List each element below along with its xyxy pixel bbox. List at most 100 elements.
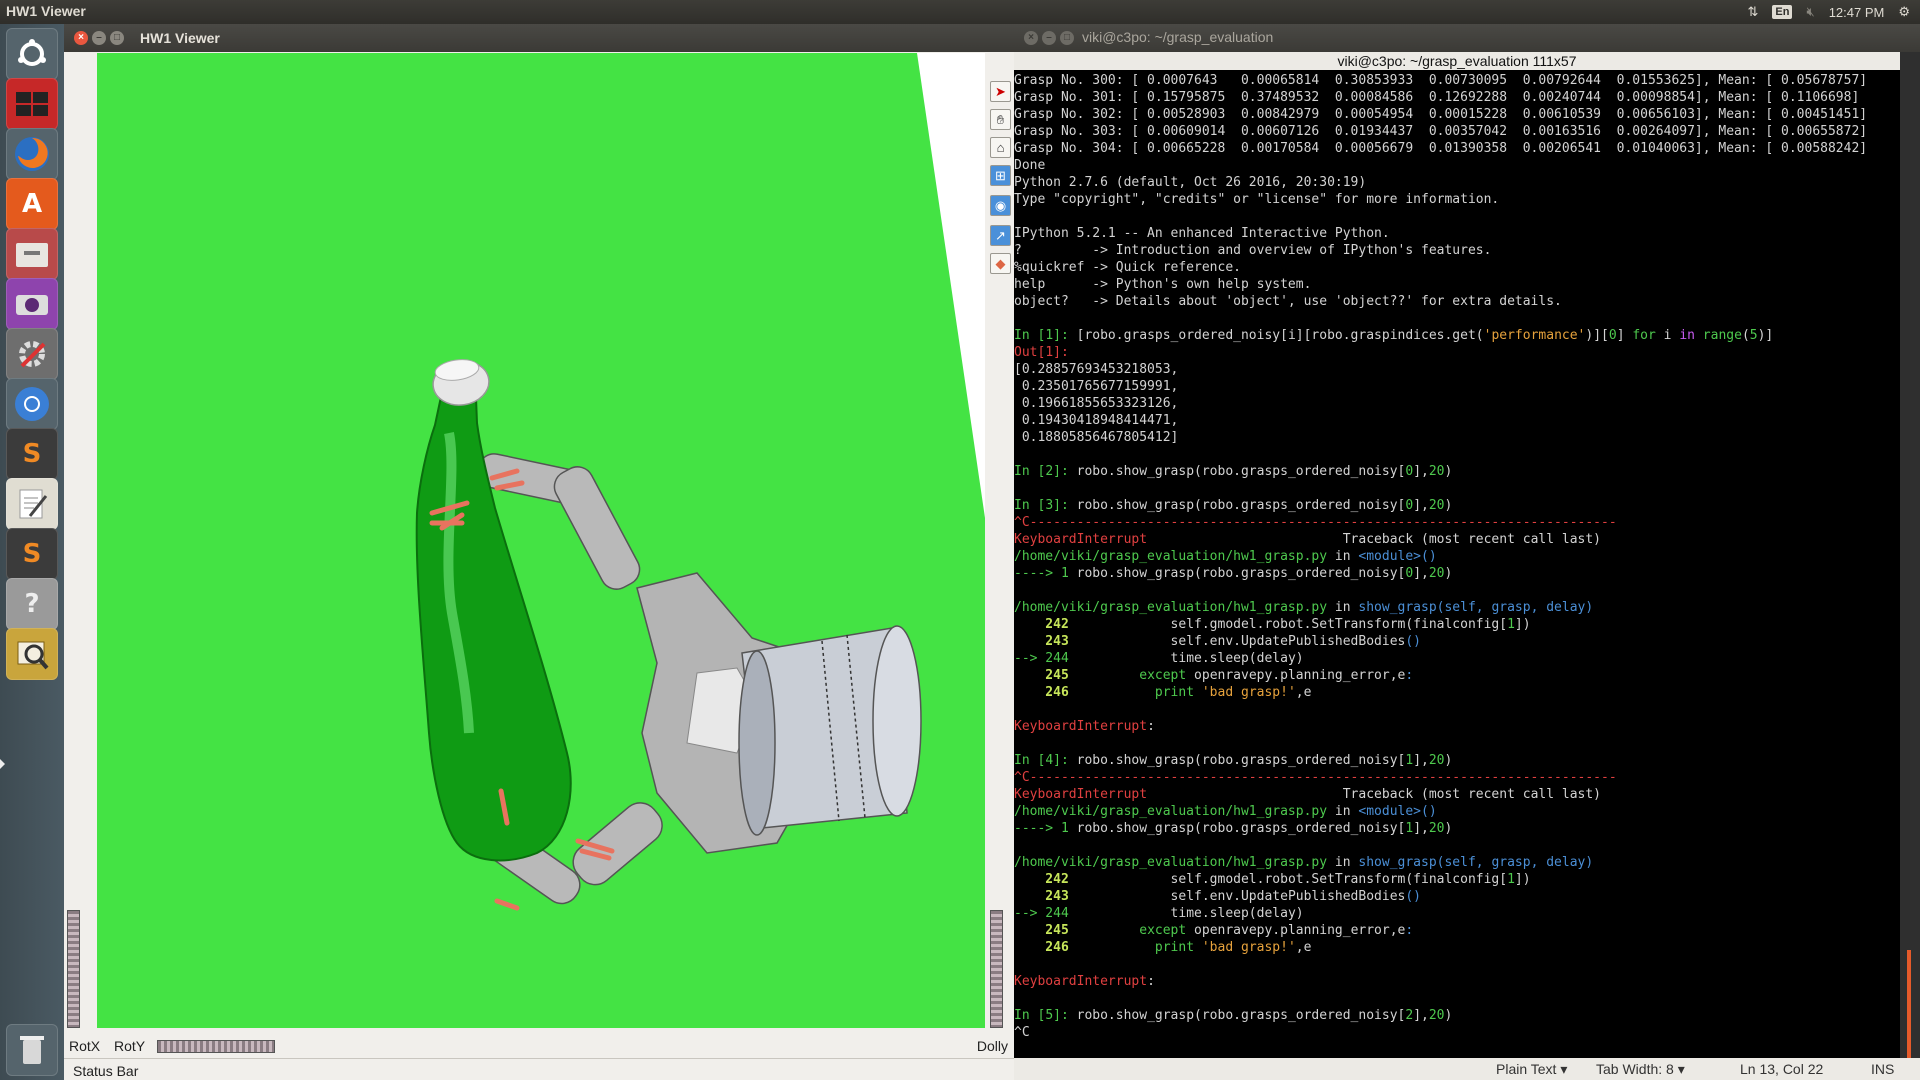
minimize-icon[interactable]: – xyxy=(92,31,106,45)
view-all-icon[interactable]: ⊞ xyxy=(990,165,1011,186)
screenshot-icon[interactable] xyxy=(6,278,58,330)
settings-gear-icon[interactable]: ⚙ xyxy=(1898,4,1910,20)
firefox-icon[interactable] xyxy=(6,128,58,180)
maximize-icon[interactable]: □ xyxy=(110,31,124,45)
terminal-line: 0.18805856467805412] xyxy=(1014,430,1179,445)
close-icon[interactable]: × xyxy=(74,31,88,45)
terminal-line: In [3]: robo.show_grasp(robo.grasps_orde… xyxy=(1014,498,1453,513)
ubuntu-dash-icon[interactable] xyxy=(6,28,58,80)
terminal-line: IPython 5.2.1 -- An enhanced Interactive… xyxy=(1014,226,1390,241)
top-panel: HW1 Viewer ⇅ En 🔇︎ 12:47 PM ⚙ xyxy=(0,0,1920,24)
terminal-line: Grasp No. 301: [ 0.15795875 0.37489532 0… xyxy=(1014,90,1860,105)
volume-muted-icon[interactable]: 🔇︎ xyxy=(1806,4,1814,20)
terminal-text: Grasp No. 300: [ 0.0007643 0.00065814 0.… xyxy=(1014,70,1900,1041)
workspace-switcher-icon[interactable] xyxy=(6,78,58,130)
terminal-line: help -> Python's own help system. xyxy=(1014,277,1312,292)
viewer-titlebar[interactable]: × – □ HW1 Viewer xyxy=(64,24,1014,52)
maximize-icon[interactable]: □ xyxy=(1060,31,1074,45)
viewer-window: × – □ HW1 Viewer ➤ ✋︎ ⌂ ⊞ ◉ ↗ ◆ RotX Rot… xyxy=(64,24,1014,1080)
software-center-icon[interactable]: A xyxy=(6,178,58,230)
terminal-line: object? -> Details about 'object', use '… xyxy=(1014,294,1562,309)
viewer-bottom-controls: RotX RotY Dolly xyxy=(64,1028,1014,1058)
cursor-position: Ln 13, Col 22 xyxy=(1740,1061,1824,1077)
clock[interactable]: 12:47 PM xyxy=(1829,5,1885,20)
dolly-thumbwheel[interactable] xyxy=(990,910,1003,1028)
perspective-icon[interactable]: ◆ xyxy=(990,253,1011,274)
viewer-toolbar: ➤ ✋︎ ⌂ ⊞ ◉ ↗ ◆ xyxy=(985,53,1014,353)
terminal-line: KeyboardInterrupt Traceback (most recent… xyxy=(1014,532,1602,547)
rotx-thumbwheel[interactable] xyxy=(67,910,80,1028)
terminal-line: 0.19661855653323126, xyxy=(1014,396,1179,411)
hand-icon[interactable]: ✋︎ xyxy=(990,109,1011,130)
tab-width-selector[interactable]: Tab Width: 8 ▾ xyxy=(1596,1061,1685,1078)
terminal-title: viki@c3po: ~/grasp_evaluation xyxy=(1082,29,1274,45)
terminal-line: In [5]: robo.show_grasp(robo.grasps_orde… xyxy=(1014,1008,1453,1023)
gripper-wrist xyxy=(738,625,922,836)
syntax-selector[interactable]: Plain Text ▾ xyxy=(1496,1061,1567,1078)
terminal-line: Grasp No. 302: [ 0.00528903 0.00842979 0… xyxy=(1014,107,1868,122)
seek-icon[interactable]: ↗ xyxy=(990,225,1011,246)
camera-icon[interactable]: ◉ xyxy=(990,195,1011,216)
terminal-line: Python 2.7.6 (default, Oct 26 2016, 20:3… xyxy=(1014,175,1367,190)
launcher: A S S ? xyxy=(0,24,64,1080)
keyboard-lang-icon[interactable]: En xyxy=(1772,5,1793,19)
3d-viewport[interactable] xyxy=(97,53,985,1028)
terminal-line: 246 print 'bad grasp!',e xyxy=(1014,685,1312,700)
terminal-line: ----> 1 robo.show_grasp(robo.grasps_orde… xyxy=(1014,821,1453,836)
terminal-line: --> 244 time.sleep(delay) xyxy=(1014,906,1304,921)
terminal-line: KeyboardInterrupt Traceback (most recent… xyxy=(1014,787,1602,802)
terminal-scroll-thumb[interactable] xyxy=(1907,950,1911,1060)
rotx-label: RotX xyxy=(69,1038,101,1054)
minimize-icon[interactable]: – xyxy=(1042,31,1056,45)
terminal-line: Grasp No. 304: [ 0.00665228 0.00170584 0… xyxy=(1014,141,1868,156)
terminal-line: ^C--------------------------------------… xyxy=(1014,515,1617,530)
chromium-icon[interactable] xyxy=(6,378,58,430)
network-updown-icon[interactable]: ⇅ xyxy=(1748,4,1759,20)
dolly-label: Dolly xyxy=(976,1038,1008,1054)
active-window-title: HW1 Viewer xyxy=(6,3,86,19)
terminal-window: × – □ viki@c3po: ~/grasp_evaluation viki… xyxy=(1014,24,1920,1080)
terminal-line: Done xyxy=(1014,158,1046,173)
terminal-line: 245 except openravepy.planning_error,e: xyxy=(1014,668,1414,683)
home-icon[interactable]: ⌂ xyxy=(990,137,1011,158)
terminal-size-header: viki@c3po: ~/grasp_evaluation 111x57 xyxy=(1014,52,1900,70)
sublime-text-2-icon[interactable]: S xyxy=(6,528,58,580)
system-settings-icon[interactable] xyxy=(6,328,58,380)
roty-thumbwheel[interactable] xyxy=(157,1040,275,1053)
terminal-line: %quickref -> Quick reference. xyxy=(1014,260,1241,275)
select-arrow-icon[interactable]: ➤ xyxy=(990,81,1011,102)
terminal-titlebar[interactable]: × – □ viki@c3po: ~/grasp_evaluation xyxy=(1014,24,1920,52)
viewer-status-bar: Status Bar xyxy=(64,1058,1014,1080)
terminal-line: [0.28857693453218053, xyxy=(1014,362,1179,377)
terminal-line: ^C xyxy=(1014,1025,1030,1040)
terminal-line: In [4]: robo.show_grasp(robo.grasps_orde… xyxy=(1014,753,1453,768)
editor-status-bar: Plain Text ▾ Tab Width: 8 ▾ Ln 13, Col 2… xyxy=(1014,1058,1920,1080)
text-editor-icon[interactable] xyxy=(6,478,58,530)
close-icon[interactable]: × xyxy=(1024,31,1038,45)
terminal-line: 243 self.env.UpdatePublishedBodies() xyxy=(1014,889,1421,904)
image-viewer-icon[interactable] xyxy=(6,628,58,680)
help-icon[interactable]: ? xyxy=(6,578,58,630)
terminal-line: KeyboardInterrupt: xyxy=(1014,719,1155,734)
terminal-scrollbar[interactable] xyxy=(1900,70,1920,1063)
system-tray: ⇅ En 🔇︎ 12:47 PM ⚙ xyxy=(1748,0,1920,24)
terminal-line: KeyboardInterrupt: xyxy=(1014,974,1155,989)
terminal-line: ^C--------------------------------------… xyxy=(1014,770,1617,785)
terminal-line: 245 except openravepy.planning_error,e: xyxy=(1014,923,1414,938)
sublime-text-icon[interactable]: S xyxy=(6,428,58,480)
terminal-line: 246 print 'bad grasp!',e xyxy=(1014,940,1312,955)
terminal-line: ? -> Introduction and overview of IPytho… xyxy=(1014,243,1492,258)
files-icon[interactable] xyxy=(6,228,58,280)
terminal-line: /home/viki/grasp_evaluation/hw1_grasp.py… xyxy=(1014,600,1594,615)
terminal-output[interactable]: Grasp No. 300: [ 0.0007643 0.00065814 0.… xyxy=(1014,70,1900,1063)
trash-icon[interactable] xyxy=(6,1024,58,1076)
terminal-line: Out[1]: xyxy=(1014,345,1069,360)
viewer-title: HW1 Viewer xyxy=(140,30,220,46)
